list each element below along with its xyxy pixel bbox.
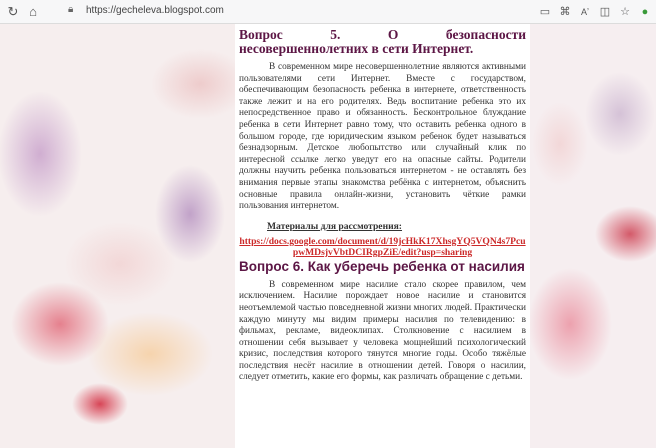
url-text: https://gecheleva.blogspot.com [86, 5, 224, 16]
extensions-icon[interactable]: ⌘ [556, 3, 574, 21]
split-screen-icon[interactable]: ◫ [596, 3, 614, 21]
question-5-text: В современном мире несовершеннолетние яв… [239, 62, 526, 212]
reader-icon[interactable]: ▭ [536, 3, 554, 21]
materials-label: Материалы для рассмотрения: [267, 220, 403, 232]
watercolor-background-left [0, 24, 235, 448]
browser-toolbar: ↻ ⌂ 🔒︎ https://gecheleva.blogspot.com ▭ … [0, 0, 656, 24]
refresh-icon[interactable]: ↻ [4, 3, 22, 21]
home-icon[interactable]: ⌂ [24, 3, 42, 21]
watercolor-background-right [530, 24, 656, 448]
question-5-heading: Вопрос 5. О безопасности несовершеннолет… [239, 27, 526, 56]
article-column: Вопрос 5. О безопасности несовершеннолет… [235, 24, 530, 448]
materials-link[interactable]: https://docs.google.com/document/d/19jcH… [239, 236, 526, 258]
question-6-heading: Вопрос 6. Как уберечь ребенка от насилия [239, 258, 525, 274]
address-bar[interactable]: 🔒︎ https://gecheleva.blogspot.com [64, 3, 524, 21]
question-6-text: В современном мире насилие стало скорее … [239, 279, 526, 383]
lock-icon[interactable]: 🔒︎ [68, 4, 73, 15]
read-aloud-icon[interactable]: Aʼ [576, 3, 594, 21]
favorites-icon[interactable]: ☆ [616, 3, 634, 21]
extension-leaf-icon[interactable]: ● [636, 3, 654, 21]
